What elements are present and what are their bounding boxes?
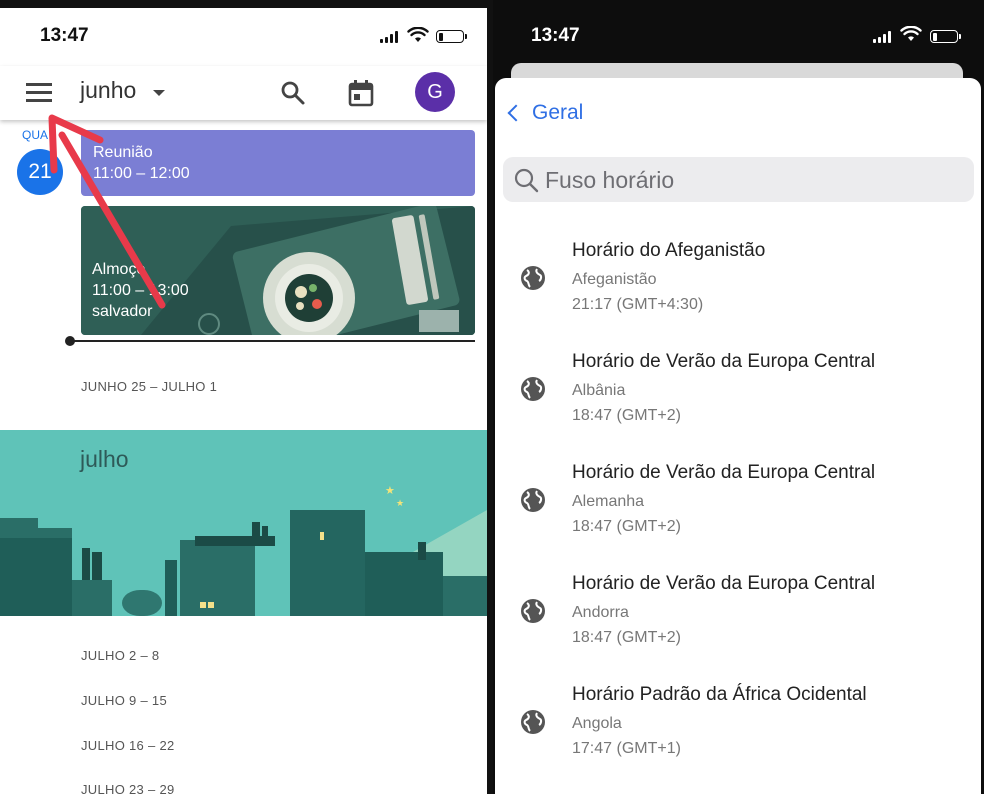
cellular-signal-icon bbox=[873, 30, 891, 43]
timezone-name: Horário de Verão da Europa Central bbox=[572, 462, 876, 483]
battery-icon bbox=[930, 30, 961, 43]
timezone-name: Horário Padrão da África Ocidental bbox=[572, 684, 867, 705]
week-header[interactable]: JULHO 2 – 8 bbox=[81, 648, 159, 663]
timezone-row[interactable]: Horário Padrão da África Ocidental Angol… bbox=[495, 680, 981, 785]
caret-down-icon[interactable] bbox=[153, 90, 165, 96]
timezone-search-input[interactable]: Fuso horário bbox=[503, 157, 974, 202]
timezone-country: Angola bbox=[572, 715, 622, 732]
current-time-line bbox=[70, 340, 475, 342]
back-label: Geral bbox=[532, 101, 584, 124]
week-header[interactable]: JUNHO 25 – JULHO 1 bbox=[81, 379, 217, 394]
timezone-offset: 17:47 (GMT+1) bbox=[572, 740, 681, 757]
search-placeholder: Fuso horário bbox=[545, 167, 675, 193]
event-time: 11:00 – 13:00 bbox=[92, 282, 189, 299]
globe-icon bbox=[521, 266, 545, 290]
timezone-name: Horário do Afeganistão bbox=[572, 240, 766, 261]
today-date-badge[interactable]: 21 bbox=[17, 149, 63, 195]
globe-icon bbox=[521, 377, 545, 401]
event-time: 11:00 – 12:00 bbox=[93, 165, 190, 182]
week-header[interactable]: JULHO 9 – 15 bbox=[81, 693, 167, 708]
week-header[interactable]: JULHO 16 – 22 bbox=[81, 738, 175, 753]
event-title: Almoço bbox=[92, 261, 146, 278]
back-button[interactable]: Geral bbox=[505, 98, 583, 128]
timezone-country: Andorra bbox=[572, 604, 629, 621]
month-banner-july: julho ★ ★ bbox=[0, 430, 487, 616]
today-calendar-icon[interactable] bbox=[348, 79, 374, 107]
timezone-name: Horário de Verão da Europa Central bbox=[572, 351, 876, 372]
event-location: salvador bbox=[92, 303, 153, 320]
cellular-signal-icon bbox=[380, 30, 398, 43]
globe-icon bbox=[521, 488, 545, 512]
status-time: 13:47 bbox=[531, 25, 580, 46]
status-bar: 13:47 bbox=[0, 8, 487, 66]
timezone-row[interactable]: Horário de Verão da Europa Central Albân… bbox=[495, 347, 981, 452]
event-card-reuniao[interactable]: Reunião 11:00 – 12:00 bbox=[81, 130, 475, 196]
wifi-icon bbox=[900, 26, 922, 41]
account-avatar[interactable]: G bbox=[415, 72, 455, 112]
globe-icon bbox=[521, 599, 545, 623]
event-card-almoco[interactable]: Almoço 11:00 – 13:00 salvador bbox=[81, 206, 475, 335]
month-banner-label: julho bbox=[80, 446, 129, 472]
calendar-screen: 13:47 junho G QUA 21 Reunião 11:00 – 12:… bbox=[0, 8, 487, 794]
timezone-country: Albânia bbox=[572, 382, 626, 399]
timezone-offset: 18:47 (GMT+2) bbox=[572, 629, 681, 646]
menu-icon[interactable] bbox=[26, 83, 52, 103]
timezone-row[interactable]: Horário de Verão da Europa Central Alema… bbox=[495, 458, 981, 563]
status-time: 13:47 bbox=[40, 25, 89, 46]
timezone-offset: 21:17 (GMT+4:30) bbox=[572, 296, 704, 313]
battery-icon bbox=[436, 30, 467, 43]
timezone-country: Alemanha bbox=[572, 493, 645, 510]
globe-icon bbox=[521, 710, 545, 734]
timezone-row[interactable]: Horário do Afeganistão Afeganistão 21:17… bbox=[495, 236, 981, 341]
timezone-screen: 13:47 Geral Fuso horário Horário do Afeg… bbox=[493, 0, 984, 794]
event-title: Reunião bbox=[93, 144, 153, 161]
timezone-row[interactable]: Horário de Verão da Europa Central Andor… bbox=[495, 569, 981, 674]
search-icon[interactable] bbox=[280, 80, 306, 106]
calendar-app-bar: junho G bbox=[0, 66, 487, 120]
day-of-week: QUA bbox=[22, 128, 49, 142]
timezone-sheet: Geral Fuso horário Horário do Afeganistã… bbox=[495, 78, 981, 794]
svg-text:★: ★ bbox=[385, 484, 395, 497]
month-selector[interactable]: junho bbox=[80, 77, 136, 104]
timezone-offset: 18:47 (GMT+2) bbox=[572, 518, 681, 535]
wifi-icon bbox=[407, 27, 429, 42]
timezone-offset: 18:47 (GMT+2) bbox=[572, 407, 681, 424]
week-header[interactable]: JULHO 23 – 29 bbox=[81, 782, 175, 794]
timezone-name: Horário de Verão da Europa Central bbox=[572, 573, 876, 594]
city-skyline-illustration: ★ ★ bbox=[0, 430, 487, 616]
svg-text:★: ★ bbox=[396, 499, 404, 509]
chevron-left-icon bbox=[507, 104, 525, 122]
search-icon bbox=[514, 168, 539, 193]
timezone-country: Afeganistão bbox=[572, 271, 657, 288]
